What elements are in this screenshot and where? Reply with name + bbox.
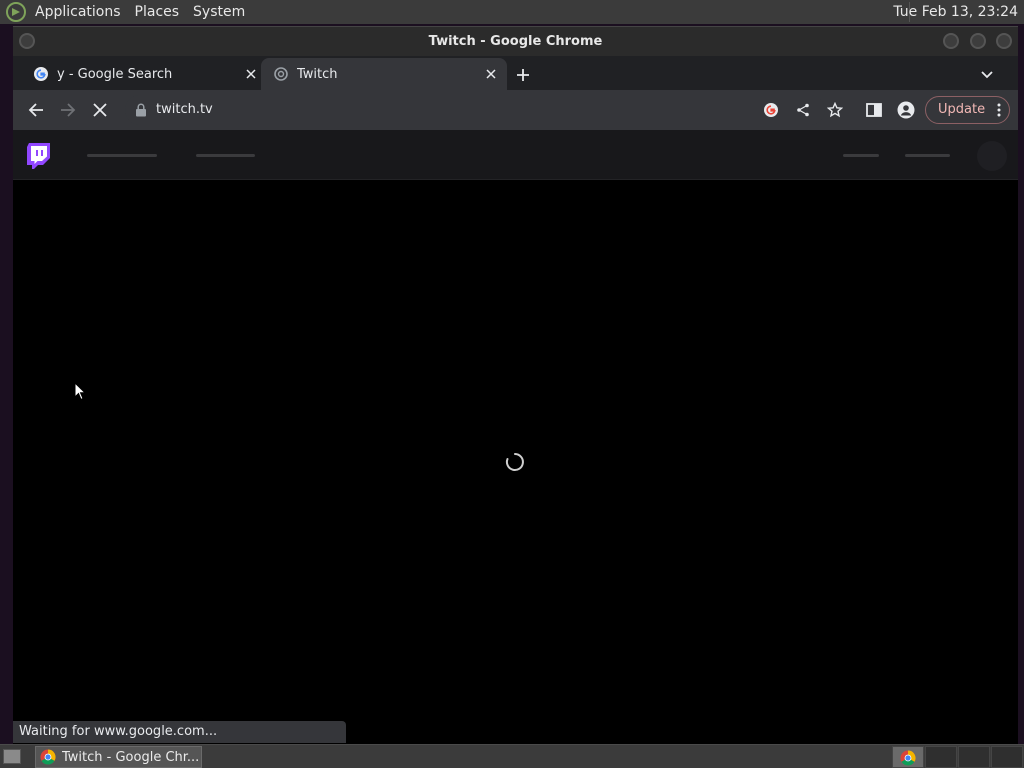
more-vertical-icon[interactable] [997, 103, 1001, 117]
address-bar[interactable]: twitch.tv [125, 95, 825, 125]
taskbar-window-button[interactable]: Twitch - Google Chr... [35, 746, 202, 768]
user-avatar-placeholder [977, 141, 1007, 171]
workspace-4[interactable] [991, 746, 1023, 768]
chrome-icon [900, 750, 916, 766]
google-lens-icon[interactable] [759, 98, 783, 122]
url-text[interactable]: twitch.tv [156, 95, 213, 125]
tab-twitch[interactable]: Twitch [261, 58, 507, 90]
profile-avatar-icon[interactable] [894, 98, 918, 122]
window-maximize-button[interactable] [970, 33, 986, 49]
stop-loading-icon[interactable] [88, 98, 112, 122]
tab-label: Twitch [297, 66, 338, 82]
bottom-taskbar: Twitch - Google Chr... [0, 744, 1024, 768]
nav-placeholder-login [843, 154, 879, 157]
nav-placeholder-browse [196, 154, 255, 157]
mouse-cursor-icon [74, 382, 86, 401]
google-g-icon [33, 66, 49, 82]
browser-toolbar: twitch.tv Update [13, 90, 1018, 130]
loading-spinner-icon [505, 453, 524, 471]
tab-close-icon[interactable] [243, 66, 259, 82]
top-panel: Applications Places System Tue Feb 13, 2… [0, 0, 1024, 24]
update-button[interactable]: Update [925, 96, 1010, 124]
nav-placeholder-following [87, 154, 157, 157]
distro-logo-icon[interactable] [6, 2, 26, 22]
nav-placeholder-signup [905, 154, 950, 157]
twitch-logo-icon[interactable] [26, 142, 51, 170]
bookmark-star-icon[interactable] [823, 98, 847, 122]
menu-places[interactable]: Places [130, 0, 185, 24]
share-icon[interactable] [791, 98, 815, 122]
taskbar-window-label: Twitch - Google Chr... [62, 749, 200, 765]
panel-clock[interactable]: Tue Feb 13, 23:24 [893, 0, 1018, 24]
chrome-window: Twitch - Google Chrome y - Google Search [13, 26, 1018, 744]
window-titlebar[interactable]: Twitch - Google Chrome [13, 26, 1018, 56]
tab-strip: y - Google Search Twitch [13, 56, 1018, 90]
menu-applications[interactable]: Applications [30, 0, 126, 24]
side-panel-icon[interactable] [862, 98, 886, 122]
window-close-button[interactable] [996, 33, 1012, 49]
lock-icon[interactable] [135, 103, 147, 117]
loading-icon [273, 66, 289, 82]
workspace-2[interactable] [925, 746, 957, 768]
workspace-1[interactable] [892, 746, 924, 768]
window-title: Twitch - Google Chrome [428, 34, 603, 49]
window-minimize-button[interactable] [943, 33, 959, 49]
page-content [13, 130, 1018, 744]
twitch-top-nav [13, 130, 1018, 180]
chrome-icon [40, 749, 56, 765]
workspace-3[interactable] [958, 746, 990, 768]
back-arrow-icon[interactable] [24, 98, 48, 122]
show-desktop-icon[interactable] [3, 749, 21, 764]
tab-label: y - Google Search [57, 66, 173, 82]
update-label: Update [938, 102, 986, 117]
desktop: Applications Places System Tue Feb 13, 2… [0, 0, 1024, 768]
tab-close-icon[interactable] [483, 66, 499, 82]
tab-google-search[interactable]: y - Google Search [21, 58, 267, 90]
menu-system[interactable]: System [188, 0, 250, 24]
status-bubble: Waiting for www.google.com... [13, 721, 346, 743]
tab-search-chevron-down-icon[interactable] [976, 64, 998, 86]
forward-arrow-icon[interactable] [56, 98, 80, 122]
new-tab-plus-icon[interactable] [512, 64, 534, 86]
